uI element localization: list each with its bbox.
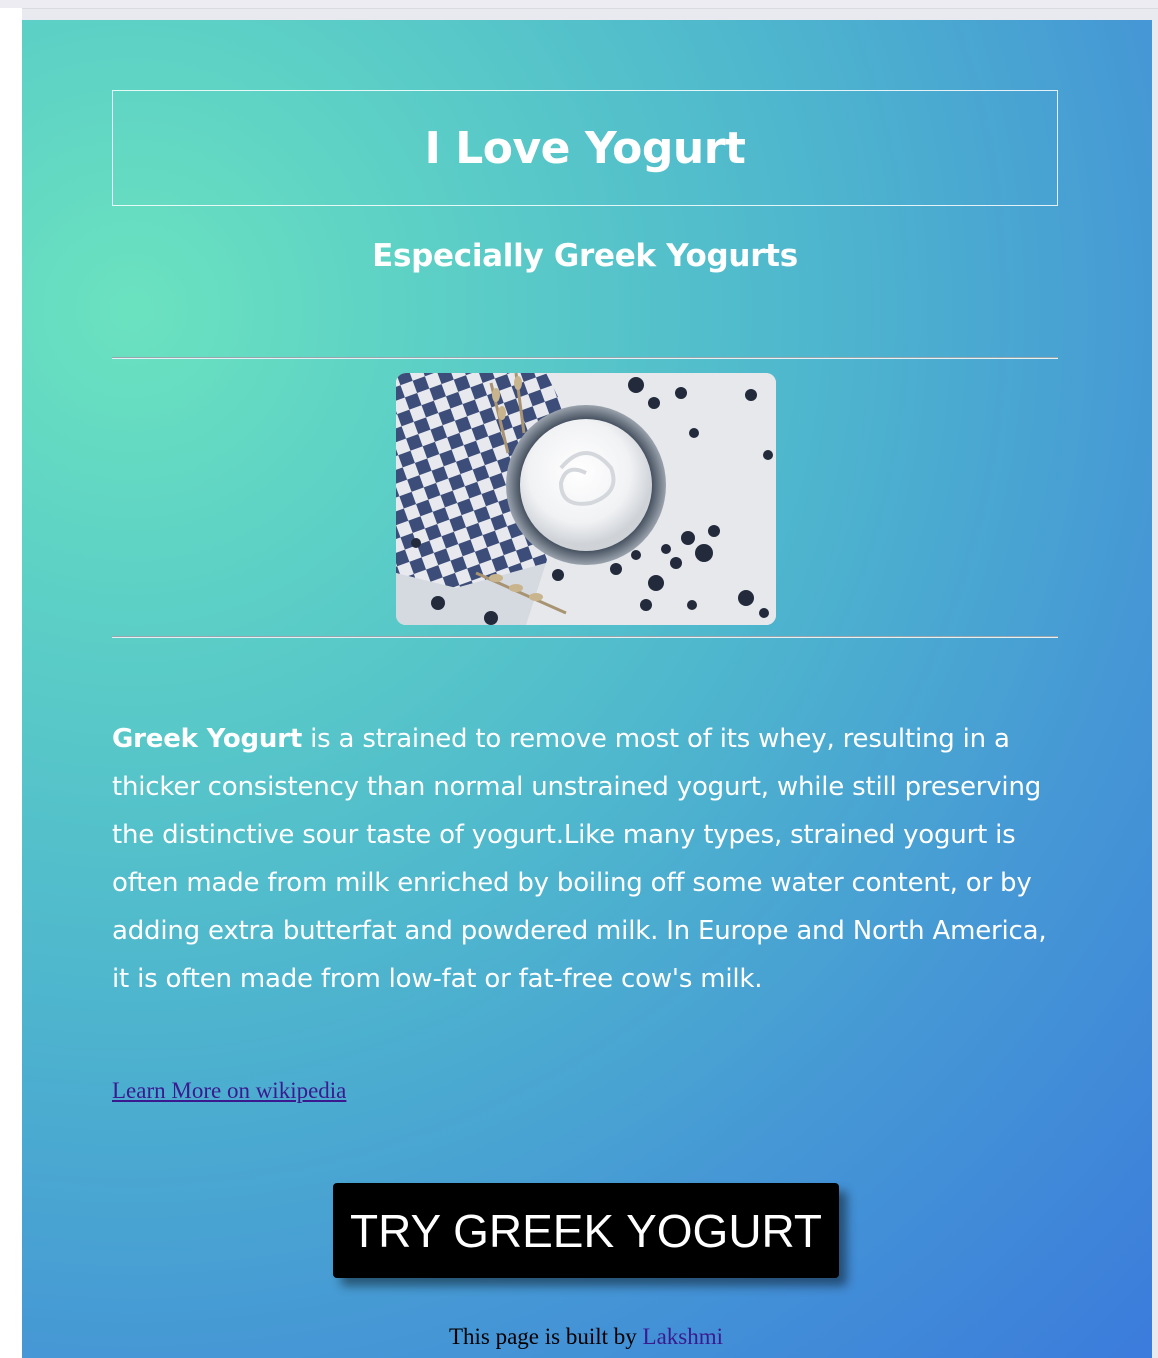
footer-prefix: This page is built by xyxy=(448,1324,643,1349)
article-bold-lead: Greek Yogurt xyxy=(112,724,303,754)
divider-top xyxy=(112,357,1058,359)
title-box: I Love Yogurt xyxy=(112,90,1058,206)
footer: This page is built by Lakshmi xyxy=(22,1324,1150,1350)
article-paragraph: Greek Yogurt is a strained to remove mos… xyxy=(112,715,1058,1003)
page-left-margin xyxy=(0,8,22,1358)
page-background: I Love Yogurt Especially Greek Yogurts G… xyxy=(22,20,1158,1358)
divider-bottom xyxy=(112,636,1058,638)
page-subtitle: Especially Greek Yogurts xyxy=(372,238,798,274)
wikipedia-link[interactable]: Learn More on wikipedia xyxy=(112,1078,346,1104)
try-greek-yogurt-button[interactable]: TRY GREEK YOGURT xyxy=(333,1183,839,1278)
page-right-margin xyxy=(1152,20,1158,1358)
yogurt-photo xyxy=(396,373,776,625)
author-link[interactable]: Lakshmi xyxy=(643,1324,724,1349)
page-title: I Love Yogurt xyxy=(424,122,746,174)
browser-viewport: I Love Yogurt Especially Greek Yogurts G… xyxy=(0,0,1158,1358)
article-text: is a strained to remove most of its whey… xyxy=(112,724,1047,994)
browser-top-strip xyxy=(0,0,1158,9)
